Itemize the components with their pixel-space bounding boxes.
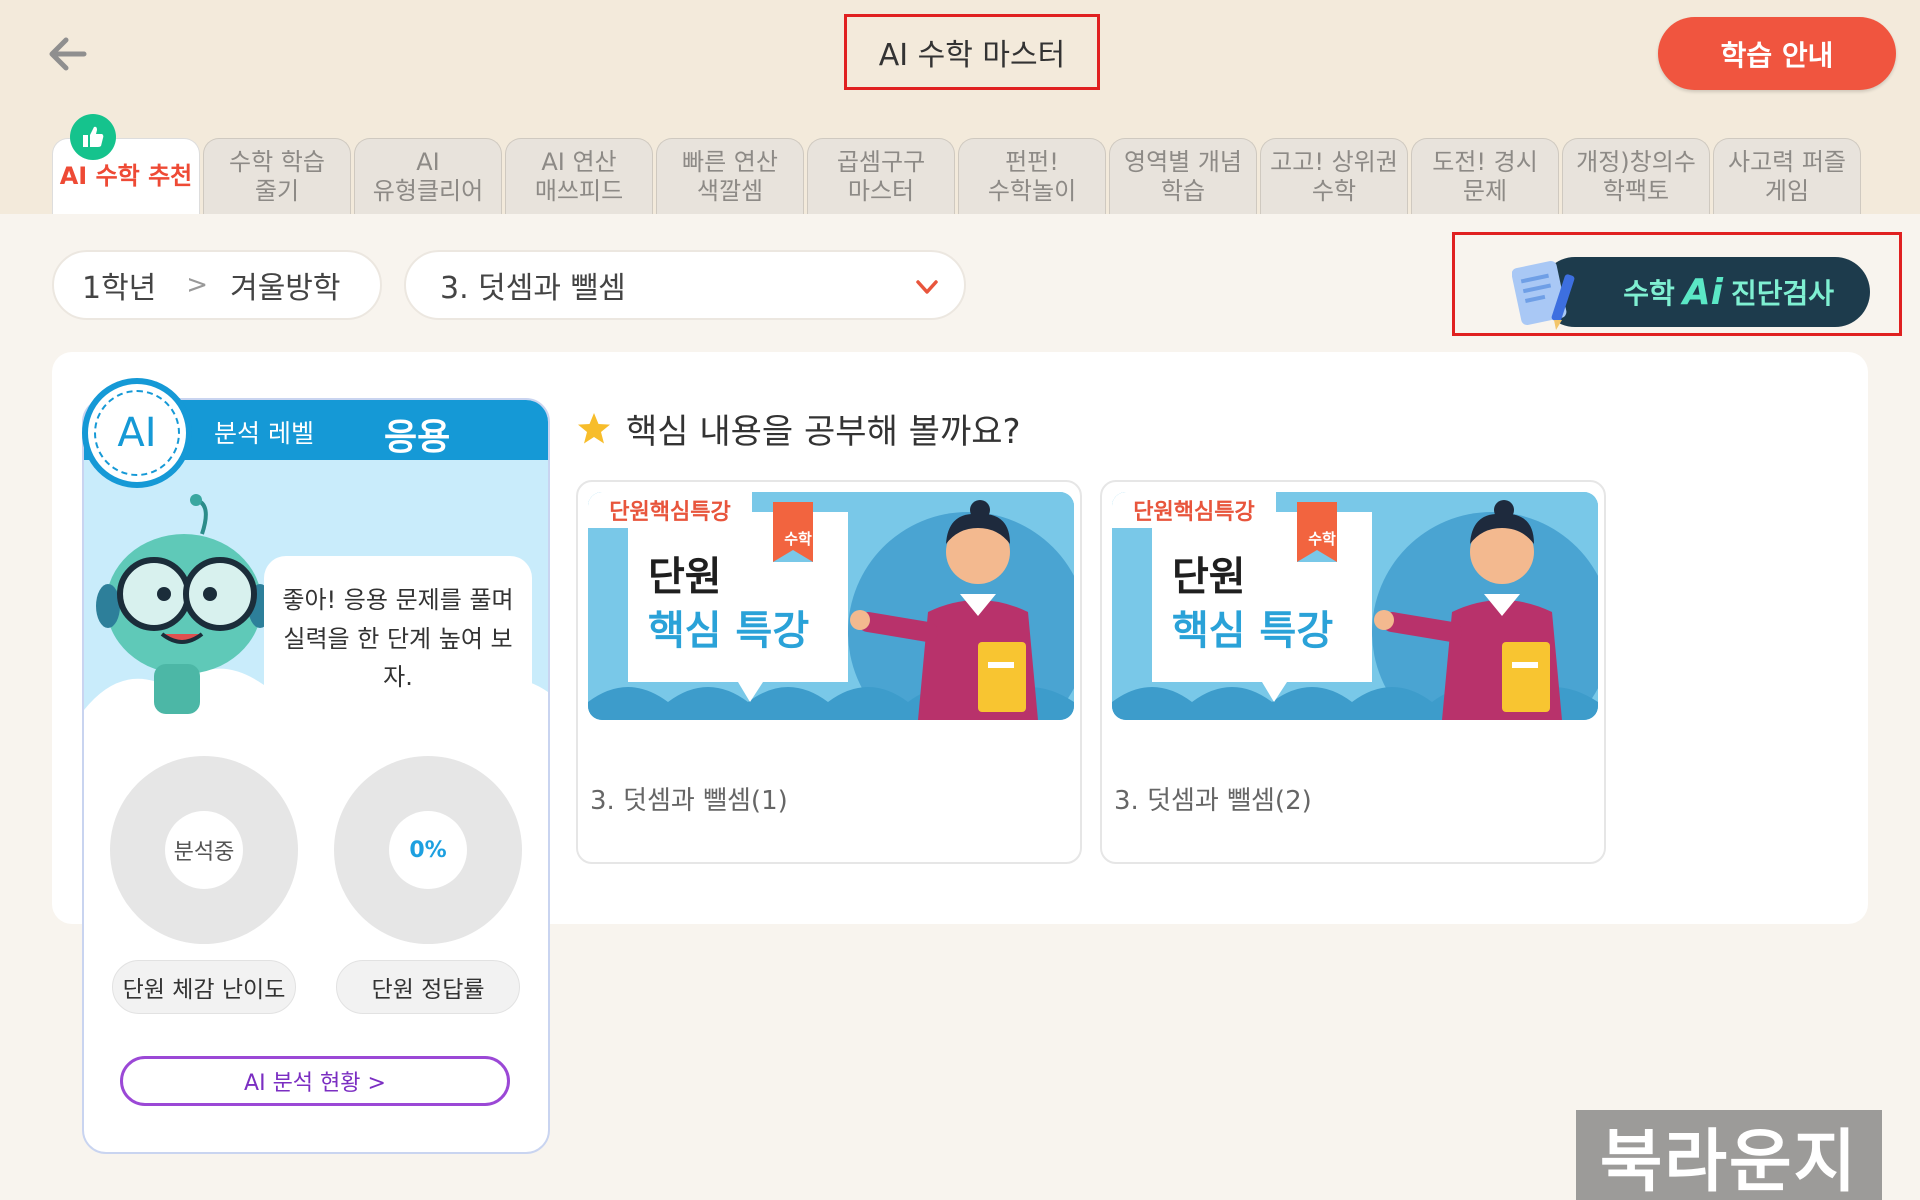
tab-puzzle-game[interactable]: 사고력 퍼즐 게임 — [1713, 138, 1861, 214]
lesson-title: 3. 덧셈과 뺄셈(2) — [1114, 786, 1312, 816]
tab-fun-math-play[interactable]: 펀펀! 수학놀이 — [958, 138, 1106, 214]
lesson-thumbnail: 단원핵심특강 수학 단원 핵심 특강 — [588, 492, 1074, 720]
tab-concept-study[interactable]: 영역별 개념 학습 — [1109, 138, 1257, 214]
ai-analysis-status-button[interactable]: AI 분석 현황 > — [120, 1056, 510, 1106]
accuracy-label: 단원 정답률 — [336, 960, 520, 1014]
difficulty-label: 단원 체감 난이도 — [112, 960, 296, 1014]
tab-times-table-master[interactable]: 곱셈구구 마스터 — [807, 138, 955, 214]
chevron-down-icon — [916, 280, 938, 294]
back-arrow-icon[interactable] — [44, 30, 92, 78]
thumbs-up-icon — [70, 114, 116, 160]
lesson-sticker: 수학 — [1308, 530, 1336, 548]
tab-creative-factor[interactable]: 개정)창의수 학팩토 — [1562, 138, 1710, 214]
lesson-card[interactable]: 단원핵심특강 수학 단원 핵심 특강 3. 덧셈과 뺄셈(2) — [1100, 480, 1606, 864]
lesson-thumb-line1: 단원 — [648, 554, 722, 600]
lesson-sticker: 수학 — [784, 530, 812, 548]
analysis-level-value: 응용 — [384, 417, 451, 458]
ai-analysis-card: 분석 레벨 응용 좋아! 응용 문제를 풀며 실력을 한 단계 높여 보자. 분… — [82, 398, 550, 1154]
diagnosis-suffix: 진단검사 — [1730, 277, 1834, 310]
section-title: 핵심 내용을 공부해 볼까요? — [576, 404, 1021, 453]
lesson-card[interactable]: 단원핵심특강 수학 단원 핵심 특강 3. 덧셈과 뺄셈(1) — [576, 480, 1082, 864]
page-title: AI 수학 마스터 — [878, 38, 1066, 73]
mascot-speech-bubble: 좋아! 응용 문제를 풀며 실력을 한 단계 높여 보자. — [264, 556, 532, 722]
lesson-thumbnail: 단원핵심특강 수학 단원 핵심 특강 — [1112, 492, 1598, 720]
ai-badge: AI — [82, 378, 192, 488]
tab-math-study-stem[interactable]: 수학 학습 줄기 — [203, 138, 351, 214]
diagnosis-prefix: 수학 — [1623, 277, 1675, 310]
tab-top-tier-math[interactable]: 고고! 상위권 수학 — [1260, 138, 1408, 214]
tab-ai-mathfeed[interactable]: AI 연산 매쓰피드 — [505, 138, 653, 214]
lesson-thumb-line2: 핵심 특강 — [1172, 608, 1334, 654]
document-pencil-icon — [1512, 260, 1575, 330]
difficulty-donut-chart: 분석중 — [110, 756, 298, 944]
unit-selected-value: 3. 덧셈과 뺄셈 — [440, 271, 626, 306]
lesson-thumb-line2: 핵심 특강 — [648, 608, 810, 654]
accuracy-center-text: 0% — [389, 811, 467, 889]
study-guide-button[interactable]: 학습 안내 — [1658, 17, 1896, 90]
robot-mascot-icon — [96, 494, 272, 714]
mascot-sky-area: 좋아! 응용 문제를 풀며 실력을 한 단계 높여 보자. — [84, 460, 548, 760]
ai-logo: Ai — [1682, 271, 1723, 313]
tab-bar: AI 수학 추천 수학 학습 줄기 AI 유형클리어 AI 연산 매쓰피드 빠른… — [0, 108, 1920, 214]
lesson-title: 3. 덧셈과 뺄셈(1) — [590, 786, 788, 816]
lesson-thumb-line1: 단원 — [1172, 554, 1246, 600]
ai-diagnosis-test-button[interactable]: 수학 Ai 진단검사 — [1540, 257, 1870, 327]
accuracy-donut-chart: 0% — [334, 756, 522, 944]
tab-ai-type-clear[interactable]: AI 유형클리어 — [354, 138, 502, 214]
top-bar: AI 수학 마스터 학습 안내 — [0, 0, 1920, 108]
section-title-text: 핵심 내용을 공부해 볼까요? — [626, 412, 1021, 452]
difficulty-center-text: 분석중 — [165, 811, 243, 889]
analysis-level-label: 분석 레벨 — [214, 419, 314, 448]
grade-term-selector[interactable]: 1학년 > 겨울방학 — [52, 250, 382, 320]
grade-label: 1학년 — [82, 271, 157, 306]
unit-dropdown[interactable]: 3. 덧셈과 뺄셈 — [404, 250, 966, 320]
lesson-tag: 단원핵심특강 — [1112, 492, 1276, 528]
watermark: 북라운지 — [1576, 1110, 1882, 1200]
page-title-box: AI 수학 마스터 — [844, 14, 1100, 90]
term-label: 겨울방학 — [230, 271, 341, 306]
lesson-tag: 단원핵심특강 — [588, 492, 752, 528]
breadcrumb-separator: > — [186, 270, 209, 300]
star-icon — [578, 412, 610, 443]
tab-fast-color-calc[interactable]: 빠른 연산 색깔셈 — [656, 138, 804, 214]
tab-contest-problems[interactable]: 도전! 경시 문제 — [1411, 138, 1559, 214]
